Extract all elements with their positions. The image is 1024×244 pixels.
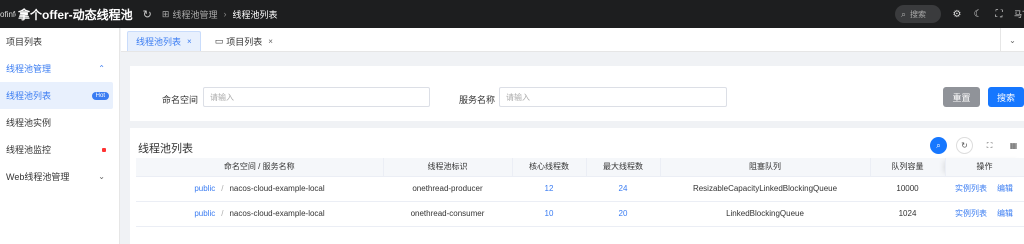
cell-separator: / xyxy=(221,184,224,193)
table-row: public / nacos-cloud-example-local onethre… xyxy=(136,176,1024,202)
breadcrumb-parent[interactable]: 线程池管理 xyxy=(172,8,217,21)
app-title: 拿个offer-动态线程池 xyxy=(18,7,133,22)
tab-threadpool-list[interactable]: 线程池列表 × xyxy=(127,31,201,51)
queue-capacity-cell: 1024 xyxy=(870,201,945,227)
moon-icon[interactable]: ☾ xyxy=(973,9,983,20)
sidebar-item-label: 项目列表 xyxy=(6,37,43,47)
sidebar: 项目列表 线程池管理 ⌃ 线程池列表 Hot 线程池实例 线程池监控 Web线程… xyxy=(0,28,120,244)
operations-cell: 实例列表 编辑 xyxy=(945,201,1024,227)
settings-icon[interactable]: ⚙ xyxy=(952,9,962,20)
logo-text: ofinfo xyxy=(0,9,16,19)
sidebar-item-projects[interactable]: 项目列表 xyxy=(0,28,119,55)
column-settings-icon[interactable]: ▦ xyxy=(1005,137,1022,154)
namespace-link[interactable]: public xyxy=(194,209,215,218)
service-name: nacos-cloud-example-local xyxy=(229,209,325,218)
header-actions: ⌕ 搜索 ⚙ ☾ ⛶ 马丁 xyxy=(895,0,1024,28)
instance-list-link[interactable]: 实例列表 xyxy=(955,209,987,218)
tab-label: 线程池列表 xyxy=(136,37,182,47)
service-name-input[interactable]: 请输入 xyxy=(499,87,727,107)
core-pool-size-cell: 10 xyxy=(512,201,586,227)
namespace-placeholder: 请输入 xyxy=(210,92,234,102)
tab-more-dropdown[interactable]: ⌄ xyxy=(1000,28,1024,52)
sidebar-item-label: 线程池监控 xyxy=(6,145,52,155)
monitor-icon: ▭ xyxy=(214,35,224,46)
max-pool-size-cell: 24 xyxy=(586,176,660,202)
edit-link[interactable]: 编辑 xyxy=(997,209,1013,218)
table-fullscreen-icon[interactable]: ⛶ xyxy=(981,137,998,154)
top-header: ofinfo 拿个offer-动态线程池 ↻ ⊞ 线程池管理 › 线程池列表 ⌕… xyxy=(0,0,1024,28)
sidebar-item-label: Web线程池管理 xyxy=(6,172,70,182)
global-search-label: 搜索 xyxy=(910,9,927,19)
namespace-service-cell: public / nacos-cloud-example-local xyxy=(136,201,383,227)
tab-project-list[interactable]: ▭ 项目列表 × xyxy=(207,31,281,51)
column-header: 核心线程数 xyxy=(512,158,587,177)
sidebar-item-label: 线程池管理 xyxy=(6,64,52,74)
max-pool-size[interactable]: 20 xyxy=(619,209,628,218)
column-header: 队列容量 xyxy=(870,158,946,177)
sidebar-item-label: 线程池列表 xyxy=(6,91,52,101)
blocking-queue-cell: LinkedBlockingQueue xyxy=(660,201,870,227)
close-icon[interactable]: × xyxy=(187,37,192,46)
fullscreen-icon[interactable]: ⛶ xyxy=(994,9,1004,20)
refresh-icon[interactable]: ↻ xyxy=(143,8,152,21)
breadcrumb-separator: › xyxy=(223,9,227,19)
reset-button[interactable]: 重置 xyxy=(943,87,980,107)
tab-bar: 线程池列表 × ▭ 项目列表 × ⌄ xyxy=(121,28,1024,52)
column-header: 最大线程数 xyxy=(586,158,661,177)
table-search-icon[interactable]: ⌕ xyxy=(930,137,947,154)
chevron-down-icon: ⌄ xyxy=(1009,35,1016,45)
sidebar-item-threadpool-monitor[interactable]: 线程池监控 xyxy=(0,136,119,163)
chevron-down-icon: ⌄ xyxy=(98,172,105,181)
thread-pool-id-cell: onethread-producer xyxy=(383,176,512,202)
column-header: 阻塞队列 xyxy=(660,158,871,177)
max-pool-size-cell: 20 xyxy=(586,201,660,227)
chevron-up-icon: ⌃ xyxy=(98,64,105,73)
namespace-link[interactable]: public xyxy=(194,184,215,193)
tab-label: 项目列表 xyxy=(226,36,263,47)
table-title: 线程池列表 xyxy=(138,143,193,155)
sidebar-item-label: 线程池实例 xyxy=(6,118,52,128)
sidebar-item-threadpool-mgmt[interactable]: 线程池管理 ⌃ xyxy=(0,55,119,82)
search-button[interactable]: 搜索 xyxy=(988,87,1024,107)
core-pool-size[interactable]: 10 xyxy=(545,209,554,218)
column-header: 命名空间 / 服务名称 xyxy=(136,158,384,177)
namespace-input[interactable]: 请输入 xyxy=(203,87,430,107)
user-avatar-text[interactable]: 马丁 xyxy=(1014,9,1024,20)
sidebar-item-threadpool-instance[interactable]: 线程池实例 xyxy=(0,109,119,136)
global-search-button[interactable]: ⌕ 搜索 xyxy=(895,5,941,23)
operations-cell: 实例列表 编辑 xyxy=(945,176,1024,202)
close-icon[interactable]: × xyxy=(268,37,273,46)
thread-pool-id-cell: onethread-consumer xyxy=(383,201,512,227)
blocking-queue-cell: ResizableCapacityLinkedBlockingQueue xyxy=(660,176,870,202)
namespace-label: 命名空间 xyxy=(162,95,199,105)
sidebar-item-threadpool-list[interactable]: 线程池列表 Hot xyxy=(0,82,113,109)
breadcrumb-current: 线程池列表 xyxy=(232,9,278,20)
column-header: 线程池标识 xyxy=(383,158,513,177)
table-row: public / nacos-cloud-example-local onethre… xyxy=(136,201,1024,227)
service-name-label: 服务名称 xyxy=(459,95,496,105)
instance-list-link[interactable]: 实例列表 xyxy=(955,184,987,193)
service-name: nacos-cloud-example-local xyxy=(229,184,325,193)
queue-capacity-cell: 10000 xyxy=(870,176,945,202)
cell-separator: / xyxy=(221,209,224,218)
table-refresh-icon[interactable]: ↻ xyxy=(956,137,973,154)
edit-link[interactable]: 编辑 xyxy=(997,184,1013,193)
service-name-placeholder: 请输入 xyxy=(506,92,530,102)
namespace-service-cell: public / nacos-cloud-example-local xyxy=(136,176,383,202)
grid-icon: ⊞ xyxy=(161,8,170,19)
notification-dot xyxy=(102,147,106,152)
column-header: 操作 xyxy=(945,158,1024,177)
filter-panel: 命名空间 请输入 服务名称 请输入 重置 搜索 xyxy=(130,66,1024,121)
core-pool-size-cell: 12 xyxy=(512,176,586,202)
hot-badge: Hot xyxy=(91,91,109,100)
sidebar-item-web-threadpool[interactable]: Web线程池管理 ⌄ xyxy=(0,163,119,190)
search-icon: ⌕ xyxy=(901,8,907,19)
threadpool-table: 命名空间 / 服务名称 线程池标识 核心线程数 最大线程数 阻塞队列 队列容量 … xyxy=(136,158,1024,227)
threadpool-table-card: 线程池列表 ⌕ ↻ ⛶ ▦ 命名空间 / 服务名称 线程池标识 核心线程数 最大… xyxy=(130,128,1024,244)
max-pool-size[interactable]: 24 xyxy=(619,184,628,193)
table-header-row: 命名空间 / 服务名称 线程池标识 核心线程数 最大线程数 阻塞队列 队列容量 … xyxy=(136,158,1024,177)
core-pool-size[interactable]: 12 xyxy=(545,184,554,193)
